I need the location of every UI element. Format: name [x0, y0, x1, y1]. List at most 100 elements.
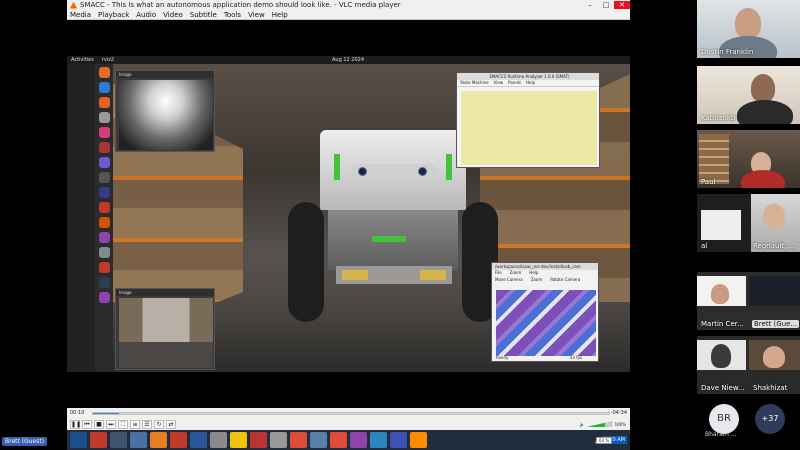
- app-icon: [98, 127, 110, 138]
- ubuntu-dock: [95, 64, 113, 372]
- participant-tile[interactable]: Paul: [697, 130, 800, 188]
- participant-tile[interactable]: Martin Cer... Brett (Gue...: [697, 272, 800, 330]
- app-icon[interactable]: [170, 432, 187, 448]
- participant-tile[interactable]: Dave Niew... Shakhizat: [697, 336, 800, 394]
- robot-led: [372, 236, 406, 242]
- participant-video: [763, 346, 785, 368]
- playlist-icon[interactable]: ☰: [142, 419, 152, 429]
- maximize-button[interactable]: □: [598, 1, 614, 9]
- pause-button[interactable]: ❚❚: [70, 419, 81, 429]
- analyzer-menu-state-machine[interactable]: State Machine: [460, 80, 489, 86]
- avatar[interactable]: BR: [709, 404, 739, 434]
- usb-cam-menu-file[interactable]: File: [495, 270, 502, 277]
- participant-name: Paul: [701, 178, 716, 186]
- participant-tile[interactable]: al Regnault, ...: [697, 194, 800, 252]
- shuffle-icon[interactable]: ⇄: [166, 419, 176, 429]
- app-icon[interactable]: [350, 432, 367, 448]
- vlc-icon[interactable]: [410, 432, 427, 448]
- app-icon: [98, 202, 110, 213]
- menu-audio[interactable]: Audio: [136, 11, 156, 19]
- fullscreen-icon[interactable]: ⛶: [118, 419, 128, 429]
- minimize-button[interactable]: –: [582, 1, 598, 9]
- analyzer-menu-panels[interactable]: Panels: [508, 80, 521, 86]
- menu-playback[interactable]: Playback: [98, 11, 129, 19]
- next-icon[interactable]: ⏭: [106, 419, 116, 429]
- menu-tools[interactable]: Tools: [224, 11, 241, 19]
- image-window-bottom[interactable]: Image: [115, 288, 215, 370]
- chrome-icon[interactable]: [330, 432, 347, 448]
- participant-video: [711, 284, 729, 304]
- teams-icon[interactable]: [390, 432, 407, 448]
- robot-bumper: [336, 266, 452, 284]
- playback-controls: ❚❚ ⏮ ■ ⏭ ⛶ ≡ ☰ ↻ ⇄ 🔈 100%: [67, 418, 630, 430]
- app-icon[interactable]: [110, 432, 127, 448]
- folder-icon[interactable]: [230, 432, 247, 448]
- active-app-label: rviz2: [101, 57, 115, 63]
- usb-cam-title: /workspaces/isaac_ros-dev/install/usb_ca…: [492, 263, 598, 270]
- volume-control[interactable]: 🔈 100%: [580, 421, 626, 427]
- seek-slider[interactable]: [92, 412, 610, 415]
- app-icon[interactable]: [270, 432, 287, 448]
- windows-taskbar: ▲ 9:30 AM: [67, 430, 630, 450]
- terminal-icon: [98, 172, 110, 183]
- participant-tile[interactable]: Dustin Franklin: [697, 0, 800, 58]
- remaining-time: -04:34: [610, 410, 627, 416]
- robot-light-left: [334, 154, 340, 180]
- robot-light-right: [446, 154, 452, 180]
- volume-slider[interactable]: [586, 421, 613, 427]
- menu-help[interactable]: Help: [272, 11, 288, 19]
- move-camera-option[interactable]: Move Camera: [495, 277, 523, 284]
- chrome-icon[interactable]: [290, 432, 307, 448]
- close-button[interactable]: ✕: [614, 1, 630, 9]
- screen: SMACC - This is what an autonomous appli…: [0, 0, 800, 450]
- more-participants-button[interactable]: +37: [755, 404, 785, 434]
- participant-name: Martin Cer...: [701, 320, 744, 328]
- image-window-top[interactable]: Image: [115, 70, 215, 152]
- menu-view[interactable]: View: [248, 11, 265, 19]
- avatar-name: Bharath ...: [705, 431, 737, 438]
- app-icon[interactable]: [370, 432, 387, 448]
- usb-cam-menu-help[interactable]: Help: [529, 270, 538, 277]
- participant-video: [711, 344, 731, 368]
- app-icon: [98, 157, 110, 168]
- menu-video[interactable]: Video: [163, 11, 183, 19]
- firefox-icon[interactable]: [150, 432, 167, 448]
- start-icon[interactable]: [70, 432, 87, 448]
- app-icon[interactable]: [310, 432, 327, 448]
- app-icon[interactable]: [250, 432, 267, 448]
- menu-media[interactable]: Media: [70, 11, 91, 19]
- app-icon[interactable]: [90, 432, 107, 448]
- app-icon: [98, 187, 110, 198]
- usb-cam-menu-zoom[interactable]: Zoom: [510, 270, 522, 277]
- extended-settings-icon[interactable]: ≡: [130, 419, 140, 429]
- usb-cam-window[interactable]: /workspaces/isaac_ros-dev/install/usb_ca…: [491, 262, 599, 362]
- app-icon: [98, 292, 110, 303]
- menu-subtitle[interactable]: Subtitle: [190, 11, 217, 19]
- loop-icon[interactable]: ↻: [154, 419, 164, 429]
- app-icon[interactable]: [210, 432, 227, 448]
- participant-name: Shakhizat: [753, 384, 788, 392]
- previous-icon[interactable]: ⏮: [82, 419, 92, 429]
- speaker-icon[interactable]: 🔈: [580, 422, 585, 427]
- video-frame[interactable]: Activities rviz2 Aug 12 2024 Image Image…: [67, 56, 630, 372]
- runtime-analyzer-window[interactable]: SMACC2 Runtime Analyzer 1.0.0 (SMAT) Sta…: [456, 72, 600, 168]
- participant-tile[interactable]: Kabilankb: [697, 66, 800, 124]
- zoom-option[interactable]: Zoom: [531, 277, 543, 284]
- robot-top-shell: [320, 130, 466, 210]
- app-icon[interactable]: [130, 432, 147, 448]
- vlc-window: SMACC - This is what an autonomous appli…: [67, 0, 630, 450]
- vlc-menu-bar: Media Playback Audio Video Subtitle Tool…: [67, 10, 630, 20]
- volume-level: 100%: [614, 421, 626, 427]
- vlc-title-bar: SMACC - This is what an autonomous appli…: [67, 0, 630, 10]
- stop-button[interactable]: ■: [94, 419, 104, 429]
- analyzer-menu: State Machine View Panels Help: [457, 80, 599, 87]
- participant-name: Kabilankb: [701, 114, 736, 122]
- robot-camera-left: [358, 167, 367, 176]
- rotate-camera-option[interactable]: Rotate Camera: [550, 277, 580, 284]
- vlc-title: SMACC - This is what an autonomous appli…: [80, 1, 401, 9]
- analyzer-menu-help[interactable]: Help: [526, 80, 535, 86]
- word-icon[interactable]: [190, 432, 207, 448]
- analyzer-menu-view[interactable]: View: [494, 80, 504, 86]
- participant-name: Dustin Franklin: [701, 48, 754, 56]
- ubuntu-software-icon: [98, 217, 110, 228]
